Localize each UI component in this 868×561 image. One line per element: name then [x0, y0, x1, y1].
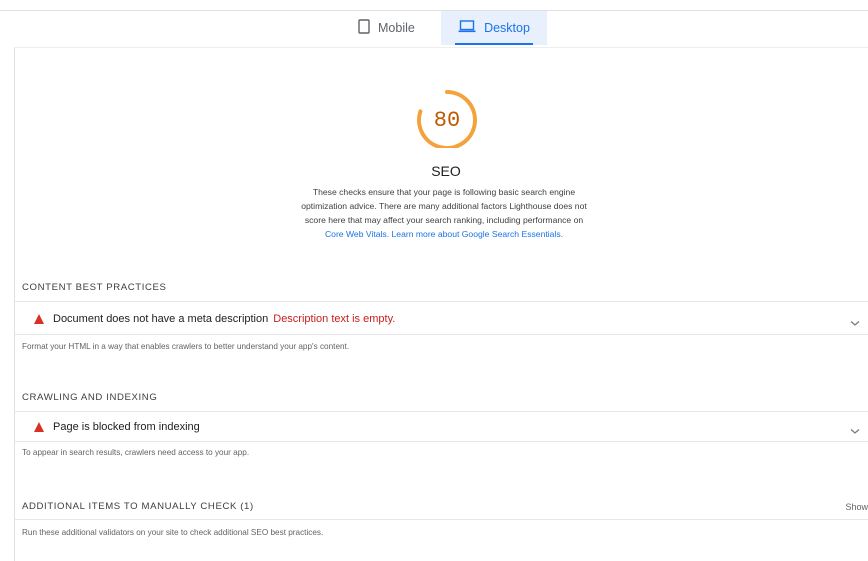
- section-note-manual: Run these additional validators on your …: [22, 528, 324, 537]
- section-title-manual: ADDITIONAL ITEMS TO MANUALLY CHECK (1): [22, 501, 254, 512]
- warning-triangle-icon: [34, 314, 44, 324]
- active-tab-indicator: [455, 43, 533, 45]
- audit-title: Document does not have a meta descriptio…: [53, 313, 269, 325]
- audit-meta-description[interactable]: Document does not have a meta descriptio…: [14, 304, 868, 334]
- chevron-down-icon[interactable]: [850, 314, 860, 332]
- core-web-vitals-link[interactable]: Core Web Vitals: [325, 229, 387, 239]
- audit-title: Page is blocked from indexing: [53, 421, 200, 433]
- warning-triangle-icon: [34, 422, 44, 432]
- device-tabs: Mobile Desktop: [0, 11, 868, 47]
- category-description: These checks ensure that your page is fo…: [244, 185, 644, 241]
- tab-desktop-label: Desktop: [484, 21, 530, 35]
- audit-divider: [14, 441, 868, 442]
- section-title-content: CONTENT BEST PRACTICES: [22, 282, 167, 293]
- section-divider: [14, 519, 868, 520]
- tab-desktop[interactable]: Desktop: [441, 11, 547, 45]
- description-line-3: score here that may affect your search r…: [304, 215, 584, 225]
- description-line-4: Core Web Vitals. Learn more about Google…: [244, 227, 644, 241]
- search-essentials-link[interactable]: Learn more about Google Search Essential…: [392, 229, 561, 239]
- audit-divider: [14, 334, 868, 335]
- phone-icon: [358, 19, 370, 37]
- audit-subtitle: Description text is empty.: [273, 313, 396, 325]
- section-divider: [14, 301, 868, 302]
- laptop-icon: [458, 20, 476, 36]
- section-title-crawling: CRAWLING AND INDEXING: [22, 392, 158, 403]
- tab-mobile-label: Mobile: [378, 21, 415, 35]
- tab-mobile[interactable]: Mobile: [358, 11, 434, 45]
- description-period: .: [560, 229, 564, 239]
- audit-blocked-indexing[interactable]: Page is blocked from indexing: [14, 412, 868, 442]
- score-value: 80: [433, 108, 461, 133]
- panel-top-border: [14, 47, 868, 48]
- chevron-down-icon[interactable]: [850, 422, 860, 440]
- show-button[interactable]: Show: [845, 502, 868, 512]
- section-note-crawling: To appear in search results, crawlers ne…: [22, 448, 250, 457]
- category-title: SEO: [431, 163, 461, 179]
- section-note-content: Format your HTML in a way that enables c…: [22, 342, 350, 351]
- description-line-2: optimization advice. There are many addi…: [301, 201, 587, 211]
- description-line-1: These checks ensure that your page is fo…: [312, 187, 576, 197]
